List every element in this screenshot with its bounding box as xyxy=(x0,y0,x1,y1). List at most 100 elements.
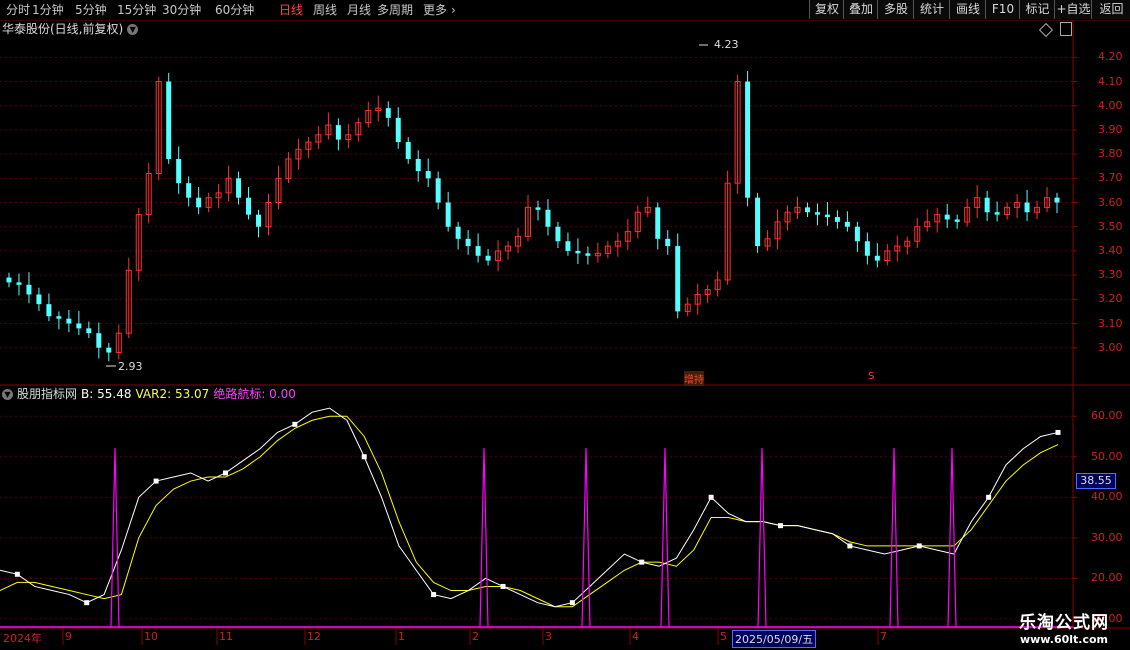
candle-body xyxy=(624,231,631,242)
stock-chart[interactable] xyxy=(0,0,1130,650)
candle-body xyxy=(984,197,990,213)
candle-body xyxy=(256,214,262,227)
period-tab-10[interactable]: 更多 xyxy=(423,2,447,18)
candle-body xyxy=(994,212,1000,215)
candle-body xyxy=(974,197,981,208)
toolbar-button-3[interactable]: 统计 xyxy=(913,0,950,19)
year-label: 2024年 xyxy=(3,632,42,645)
nav-spike xyxy=(889,447,899,628)
period-tab-7[interactable]: 周线 xyxy=(313,2,337,18)
candle-body xyxy=(1044,197,1051,208)
price-tick-label: 4.10 xyxy=(1098,74,1123,88)
candle-body xyxy=(66,318,72,324)
chart-title: 华泰股份(日线,前复权) ▼ xyxy=(2,20,139,38)
period-toolbar: 分时 1分钟 5分钟 15分钟 30分钟 60分钟 日线 周线 月线 多周期 更多 › 复权 叠加 多股统… xyxy=(0,0,1130,21)
b-line-marker xyxy=(1055,429,1061,435)
period-tab-1[interactable]: 1分钟 xyxy=(32,2,64,18)
toolbar-button-6[interactable]: 标记 xyxy=(1019,0,1055,19)
price-tick-label: 3.50 xyxy=(1098,219,1123,233)
b-line-marker xyxy=(639,559,645,565)
collapse-icon[interactable] xyxy=(1060,22,1072,36)
candle-body xyxy=(465,238,471,247)
candle-body xyxy=(56,316,62,319)
indicator-tick-label: 60.00 xyxy=(1091,409,1123,423)
candle-body xyxy=(794,206,801,213)
candle-body xyxy=(614,240,621,247)
indicator-tick-label: 20.00 xyxy=(1091,571,1123,585)
toolbar-button-4[interactable]: 画线 xyxy=(949,0,986,19)
diamond-icon[interactable] xyxy=(1038,22,1054,38)
toolbar-button-0[interactable]: 复权 xyxy=(809,0,844,19)
period-tab-4[interactable]: 30分钟 xyxy=(162,2,201,18)
toolbar-button-7[interactable]: +自选 xyxy=(1054,0,1092,19)
candle-body xyxy=(814,212,820,215)
chevron-right-icon[interactable]: › xyxy=(451,2,456,18)
candle-body xyxy=(355,122,362,136)
candle-body xyxy=(415,158,421,172)
b-line-marker xyxy=(500,583,506,589)
period-tab-8[interactable]: 月线 xyxy=(347,2,371,18)
b-line-marker xyxy=(84,600,90,606)
candle-body xyxy=(1034,206,1041,213)
var2-value: VAR2: 53.07 xyxy=(135,387,210,401)
candle-body xyxy=(115,332,122,354)
candle-body xyxy=(834,217,840,222)
candle-body xyxy=(1004,206,1011,216)
candle-body xyxy=(246,197,252,215)
candle-body xyxy=(205,197,212,208)
candle-body xyxy=(924,221,931,228)
period-tab-6[interactable]: 日线 xyxy=(279,2,303,18)
b-line-marker xyxy=(986,494,992,500)
candle-body xyxy=(594,252,601,257)
signal-label-2: S xyxy=(868,371,875,382)
toolbar-button-2[interactable]: 多股 xyxy=(877,0,914,19)
candle-body xyxy=(405,142,411,159)
period-tab-3[interactable]: 15分钟 xyxy=(117,2,156,18)
candle-body xyxy=(475,246,481,256)
candle-body xyxy=(745,81,751,198)
b-line-marker xyxy=(708,494,714,500)
indicator-tick-label: 40.00 xyxy=(1091,490,1123,504)
candle-body xyxy=(435,178,441,203)
b-value: B: 55.48 xyxy=(81,387,132,401)
candle-body xyxy=(784,211,791,223)
candle-body xyxy=(76,323,82,329)
candle-body xyxy=(545,209,551,227)
watermark-url: www.60lt.com xyxy=(1019,633,1109,646)
chevron-down-icon[interactable]: ▼ xyxy=(127,24,139,35)
candle-body xyxy=(634,211,641,233)
candle-body xyxy=(135,214,142,271)
candle-body xyxy=(525,206,532,237)
month-label: 2 xyxy=(472,630,479,643)
candle-body xyxy=(854,226,860,242)
candle-body xyxy=(315,134,322,143)
chevron-down-icon[interactable]: ▼ xyxy=(2,389,13,400)
candle-body xyxy=(894,245,901,252)
candle-body xyxy=(305,141,312,150)
price-tick-label: 3.20 xyxy=(1098,292,1123,306)
candle-body xyxy=(575,250,581,254)
price-tick-label: 3.80 xyxy=(1098,147,1123,161)
toolbar-button-1[interactable]: 叠加 xyxy=(843,0,878,19)
period-tab-5[interactable]: 60分钟 xyxy=(215,2,254,18)
month-label: 3 xyxy=(545,630,552,643)
candle-body xyxy=(176,158,182,184)
month-label: 9 xyxy=(65,630,72,643)
period-tab-0[interactable]: 分时 xyxy=(6,2,30,18)
indicator-tick-label: 50.00 xyxy=(1091,449,1123,463)
candle-body xyxy=(904,240,911,247)
candle-body xyxy=(954,219,960,222)
toolbar-button-8[interactable]: 返回 xyxy=(1091,0,1130,19)
candle-body xyxy=(365,110,372,124)
nav-spike xyxy=(581,447,591,628)
toolbar-button-5[interactable]: F10 xyxy=(985,0,1020,19)
period-tab-9[interactable]: 多周期 xyxy=(377,2,413,18)
candle-body xyxy=(155,81,162,174)
price-tick-label: 4.20 xyxy=(1098,50,1123,64)
b-line-marker xyxy=(361,454,367,460)
b-line-marker xyxy=(153,478,159,484)
candle-body xyxy=(125,269,132,334)
nav-spike xyxy=(660,447,670,628)
period-tab-2[interactable]: 5分钟 xyxy=(75,2,107,18)
watermark: 乐淘公式网 www.60lt.com xyxy=(1004,608,1124,646)
